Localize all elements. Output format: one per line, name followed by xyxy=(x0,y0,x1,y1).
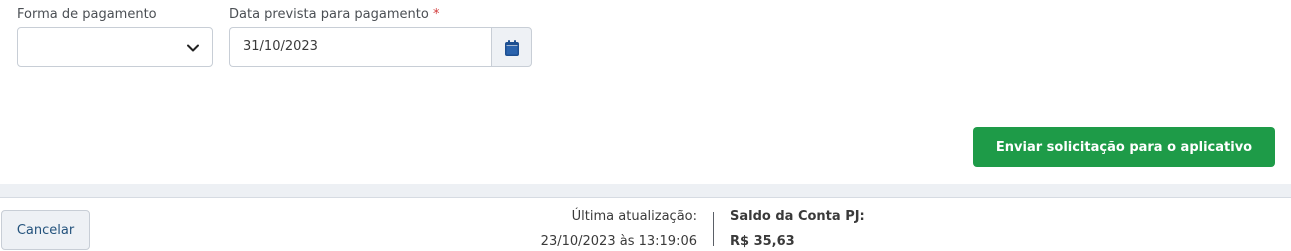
payment-date-label: Data prevista para pagamento * xyxy=(229,7,440,22)
calendar-icon xyxy=(505,40,519,56)
payment-date-input[interactable]: 31/10/2023 xyxy=(229,27,492,67)
chevron-down-icon xyxy=(187,44,199,52)
last-update-value: 23/10/2023 às 13:19:06 xyxy=(540,234,697,249)
section-separator xyxy=(0,184,1291,198)
account-balance-value: R$ 35,63 xyxy=(730,234,795,249)
date-picker-button[interactable] xyxy=(491,27,532,67)
cancel-button[interactable]: Cancelar xyxy=(1,210,90,250)
footer-vertical-divider xyxy=(713,212,714,246)
payment-date-field: 31/10/2023 xyxy=(229,27,532,67)
last-update-label: Última atualização: xyxy=(571,209,697,224)
payment-method-label: Forma de pagamento xyxy=(17,7,157,22)
payment-form-card: Forma de pagamento Data prevista para pa… xyxy=(0,0,1291,184)
send-to-app-button[interactable]: Enviar solicitação para o aplicativo xyxy=(973,127,1275,167)
account-balance-label: Saldo da Conta PJ: xyxy=(730,209,865,224)
footer-divider xyxy=(0,197,1291,198)
payment-method-select[interactable] xyxy=(17,27,213,67)
required-marker: * xyxy=(432,7,440,22)
